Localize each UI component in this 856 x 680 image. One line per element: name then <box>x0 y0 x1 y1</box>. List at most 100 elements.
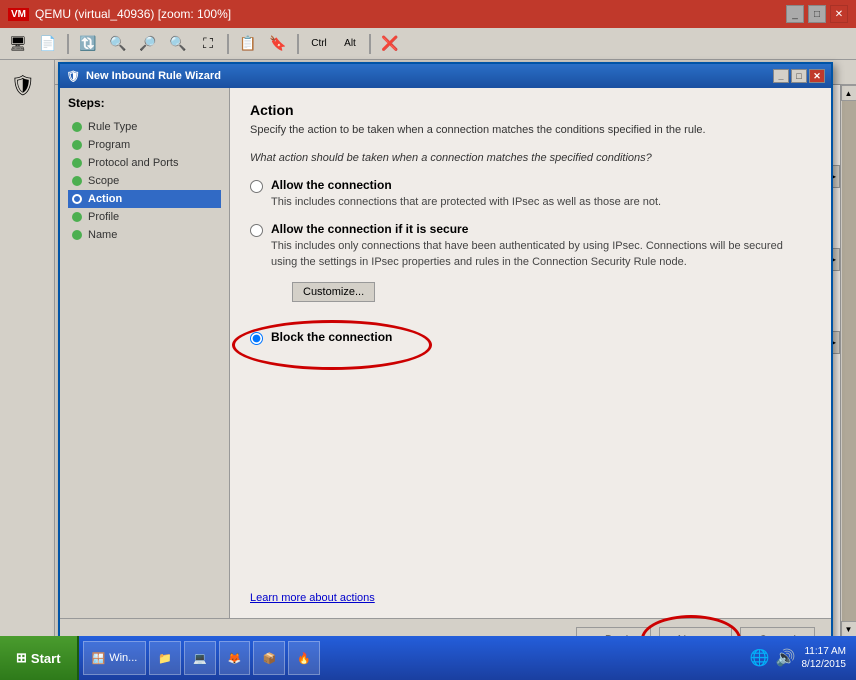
step-protocol-ports[interactable]: Protocol and Ports <box>68 154 221 172</box>
learn-more-link[interactable]: Learn more about actions <box>250 592 811 604</box>
toolbar-icon-bookmark[interactable]: 🔖 <box>264 31 292 57</box>
allow-description: This includes connections that are prote… <box>271 195 661 210</box>
taskbar: ⊞ Start 🪟 Win... 📁 💻 🦊 📦 🔥 🌐 🔊 11:17 AM … <box>0 636 856 680</box>
toolbar-separator-3 <box>297 34 299 54</box>
taskbar-item-windows[interactable]: 🪟 Win... <box>83 641 147 675</box>
taskbar-windows-label: Win... <box>109 652 137 664</box>
wizard-dialog: 🛡 New Inbound Rule Wizard _ □ ✕ Steps: R… <box>58 62 833 663</box>
taskbar-files-icon: 📦 <box>262 652 276 665</box>
wizard-question: What action should be taken when a conne… <box>250 152 811 164</box>
toolbar-icon-zoom-reset[interactable]: 🔍 <box>164 31 192 57</box>
step-program[interactable]: Program <box>68 136 221 154</box>
toolbar-alt[interactable]: Alt <box>336 31 364 57</box>
taskbar-folder-icon: 📁 <box>158 652 172 665</box>
step-action[interactable]: Action <box>68 190 221 208</box>
taskbar-item-firefox[interactable]: 🦊 <box>219 641 251 675</box>
step-label-name: Name <box>88 229 117 241</box>
customize-area: Customize... <box>272 282 811 316</box>
wizard-content: Action Specify the action to be taken wh… <box>230 88 831 618</box>
scroll-up-arrow[interactable]: ▲ <box>841 85 856 101</box>
maximize-button[interactable]: □ <box>808 5 826 23</box>
taskbar-firefox-icon: 🦊 <box>228 652 242 665</box>
wizard-title-text: New Inbound Rule Wizard <box>86 70 221 82</box>
toolbar-separator-4 <box>369 34 371 54</box>
sidebar-icon-windows[interactable]: 🛡 <box>2 64 44 106</box>
option-block: Block the connection <box>250 330 811 345</box>
step-label-rule-type: Rule Type <box>88 121 137 133</box>
step-profile[interactable]: Profile <box>68 208 221 226</box>
radio-block[interactable] <box>250 332 263 345</box>
step-label-action: Action <box>88 193 122 205</box>
step-dot-action <box>72 194 82 204</box>
scroll-down-arrow[interactable]: ▼ <box>841 621 856 636</box>
minimize-button[interactable]: _ <box>786 5 804 23</box>
taskbar-item-files[interactable]: 📦 <box>253 641 285 675</box>
wizard-title-bar: 🛡 New Inbound Rule Wizard _ □ ✕ <box>60 64 831 88</box>
taskbar-item-terminal[interactable]: 💻 <box>184 641 216 675</box>
taskbar-terminal-icon: 💻 <box>193 652 207 665</box>
radio-allow-secure[interactable] <box>250 224 263 237</box>
radio-allow[interactable] <box>250 180 263 193</box>
wizard-dialog-container: 🛡 New Inbound Rule Wizard _ □ ✕ Steps: R… <box>58 62 833 632</box>
step-scope[interactable]: Scope <box>68 172 221 190</box>
scroll-track[interactable] <box>842 101 856 621</box>
start-button[interactable]: ⊞ Start <box>0 636 79 680</box>
toolbar-separator-2 <box>227 34 229 54</box>
block-main-label[interactable]: Block the connection <box>271 330 392 344</box>
qemu-title: QEMU (virtual_40936) [zoom: 100%] <box>35 7 231 21</box>
wizard-close-btn[interactable]: ✕ <box>809 69 825 83</box>
option-block-wrapper: Block the connection <box>250 330 811 345</box>
step-dot-protocol <box>72 158 82 168</box>
taskbar-volume-icon[interactable]: 🔊 <box>776 648 796 668</box>
toolbar-icon-close[interactable]: ❌ <box>376 31 404 57</box>
explorer-sidebar: 🛡 <box>0 60 55 636</box>
toolbar-icon-refresh[interactable]: 🔃 <box>74 31 102 57</box>
allow-main-label[interactable]: Allow the connection <box>271 178 661 192</box>
toolbar-ctrl[interactable]: Ctrl <box>304 31 334 57</box>
option-allow-secure: Allow the connection if it is secure Thi… <box>250 222 811 270</box>
close-button[interactable]: ✕ <box>830 5 848 23</box>
taskbar-items: 🪟 Win... 📁 💻 🦊 📦 🔥 <box>79 637 740 679</box>
toolbar-icon-clipboard[interactable]: 📋 <box>234 31 262 57</box>
taskbar-windows-icon: 🪟 <box>92 652 106 665</box>
allow-label-group: Allow the connection This includes conne… <box>271 178 661 210</box>
option-allow: Allow the connection This includes conne… <box>250 178 811 210</box>
qemu-icon: VM <box>8 8 29 21</box>
start-label: Start <box>31 651 61 666</box>
allow-secure-main-label[interactable]: Allow the connection if it is secure <box>271 222 811 236</box>
wizard-maximize-btn[interactable]: □ <box>791 69 807 83</box>
taskbar-date: 8/12/2015 <box>802 658 847 671</box>
block-label-group: Block the connection <box>271 330 392 344</box>
windows-logo-icon: ⊞ <box>16 650 27 666</box>
wizard-icon: 🛡 <box>66 70 80 83</box>
toolbar-icon-file[interactable]: 📄 <box>34 31 62 57</box>
title-bar-left: VM QEMU (virtual_40936) [zoom: 100%] <box>8 7 231 21</box>
step-label-scope: Scope <box>88 175 119 187</box>
steps-title: Steps: <box>68 96 221 110</box>
toolbar-separator-1 <box>67 34 69 54</box>
step-dot-program <box>72 140 82 150</box>
toolbar-icon-zoom-in[interactable]: 🔎 <box>134 31 162 57</box>
step-dot-profile <box>72 212 82 222</box>
taskbar-clock[interactable]: 11:17 AM 8/12/2015 <box>802 645 847 671</box>
taskbar-item-app[interactable]: 🔥 <box>288 641 320 675</box>
taskbar-time: 11:17 AM <box>802 645 847 658</box>
toolbar-icon-monitor[interactable]: 🖥 <box>4 31 32 57</box>
title-bar-controls: _ □ ✕ <box>786 5 848 23</box>
customize-button[interactable]: Customize... <box>292 282 375 302</box>
step-name[interactable]: Name <box>68 226 221 244</box>
wizard-section-title: Action <box>250 102 811 118</box>
windows-firewall-icon: 🛡 <box>10 73 35 98</box>
toolbar-icon-fullscreen[interactable]: ⛶ <box>194 31 222 57</box>
wizard-subtitle: Specify the action to be taken when a co… <box>250 124 811 136</box>
wizard-body: Steps: Rule Type Program Protocol and Po… <box>60 88 831 618</box>
step-dot-name <box>72 230 82 240</box>
wizard-minimize-btn[interactable]: _ <box>773 69 789 83</box>
qemu-title-bar: VM QEMU (virtual_40936) [zoom: 100%] _ □… <box>0 0 856 28</box>
taskbar-item-folder[interactable]: 📁 <box>149 641 181 675</box>
toolbar-icon-zoom-out[interactable]: 🔍 <box>104 31 132 57</box>
taskbar-app-icon: 🔥 <box>297 652 311 665</box>
step-rule-type[interactable]: Rule Type <box>68 118 221 136</box>
taskbar-network-icon[interactable]: 🌐 <box>750 648 770 668</box>
wizard-title-icons: _ □ ✕ <box>773 69 825 83</box>
